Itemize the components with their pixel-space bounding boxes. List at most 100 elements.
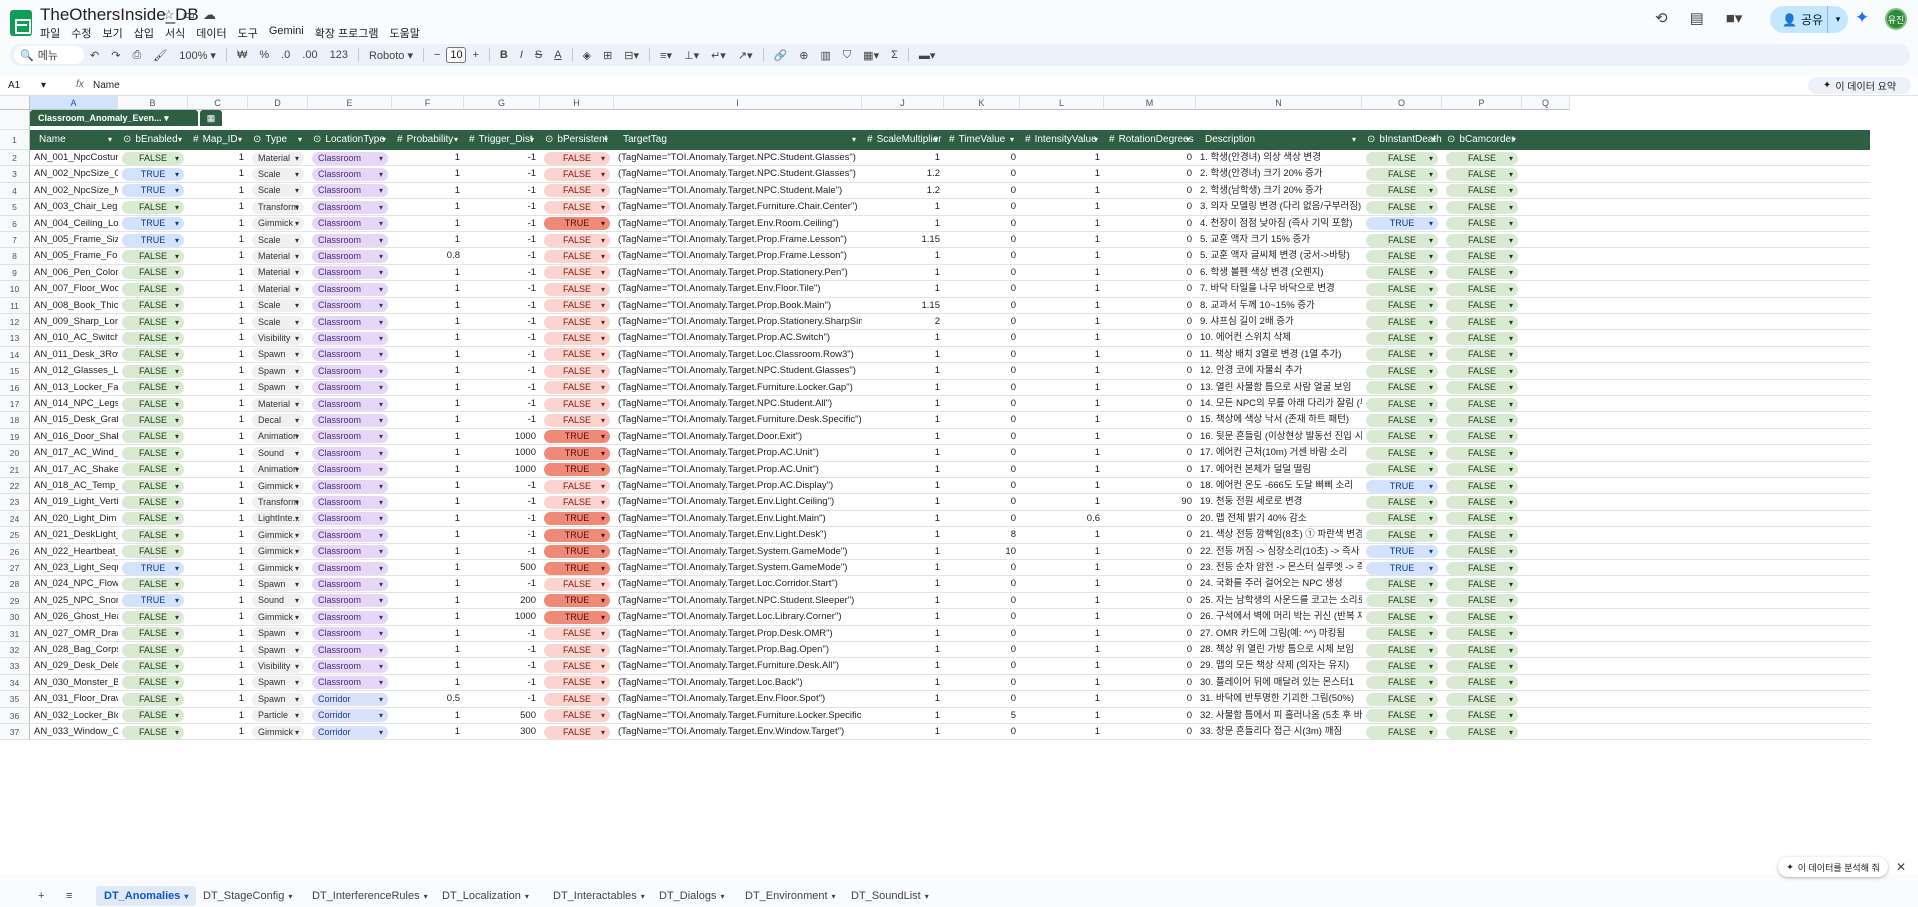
cell-targettag[interactable]: (TagName="TOI.Anomaly.Target.Prop.Book.M…	[614, 298, 862, 314]
cell-rotationdegrees[interactable]: 0	[1104, 429, 1196, 445]
dropdown-chip[interactable]: FALSE	[1446, 545, 1518, 559]
cell-name[interactable]: AN_005_Frame_Size	[30, 232, 118, 248]
cell-description[interactable]: 18. 에어컨 온도 -666도 도달 삐삐 소리	[1196, 478, 1362, 494]
cell-name[interactable]: AN_001_NpcCostume	[30, 150, 118, 166]
cell-scalemultiplier[interactable]: 1.15	[862, 298, 944, 314]
cell-timevalue[interactable]: 0	[944, 511, 1020, 527]
input-tools-icon[interactable]: ▬▾	[913, 49, 942, 62]
cell-name[interactable]: AN_023_Light_Sequence	[30, 560, 118, 576]
dropdown-chip[interactable]: FALSE	[1446, 528, 1518, 542]
cell-scalemultiplier[interactable]: 1.2	[862, 183, 944, 199]
dropdown-chip[interactable]: FALSE	[1446, 266, 1518, 280]
cell-timevalue[interactable]: 0	[944, 626, 1020, 642]
dropdown-chip[interactable]: FALSE	[1366, 610, 1438, 624]
column-header-g[interactable]: G	[464, 96, 540, 110]
cell-intensityvalue[interactable]: 1	[1020, 658, 1104, 674]
menu-item-5[interactable]: 데이터	[196, 24, 226, 42]
dropdown-chip[interactable]: Spawn	[252, 676, 304, 690]
cell-benabled[interactable]: FALSE	[118, 544, 188, 560]
dropdown-chip[interactable]: Classroom	[312, 282, 388, 296]
column-header-bcamcorder[interactable]: ⊙ bCamcorder ▾	[1442, 130, 1522, 150]
cell-bcamcorder[interactable]: FALSE	[1442, 708, 1522, 724]
cell-scalemultiplier[interactable]: 1	[862, 675, 944, 691]
column-header-o[interactable]: O	[1362, 96, 1442, 110]
row-number[interactable]: 35	[0, 691, 30, 708]
cell-locationtype[interactable]: Classroom	[308, 658, 392, 674]
cell-name[interactable]: AN_006_Pen_Color	[30, 265, 118, 281]
cell-bcamcorder[interactable]: FALSE	[1442, 232, 1522, 248]
cell-scalemultiplier[interactable]: 1.2	[862, 166, 944, 182]
cell-bpersistent[interactable]: FALSE	[540, 708, 614, 724]
cell-description[interactable]: 3. 의자 모델링 변경 (다리 없음/구부러짐)	[1196, 199, 1362, 215]
cell-trigger_dist[interactable]: -1	[464, 478, 540, 494]
dropdown-chip[interactable]: TRUE	[122, 561, 184, 575]
cell-probability[interactable]: 1	[392, 199, 464, 215]
cell-intensityvalue[interactable]: 1	[1020, 396, 1104, 412]
cell-description[interactable]: 21. 색상 전등 깜빡임(8초) ① 파란색 변경	[1196, 527, 1362, 543]
dropdown-chip[interactable]: FALSE	[1446, 659, 1518, 673]
cell-trigger_dist[interactable]: 300	[464, 724, 540, 740]
cell-scalemultiplier[interactable]: 1	[862, 248, 944, 264]
cell-targettag[interactable]: (TagName="TOI.Anomaly.Target.Env.Floor.T…	[614, 281, 862, 297]
cell-targettag[interactable]: (TagName="TOI.Anomaly.Target.Prop.AC.Uni…	[614, 445, 862, 461]
cell-description[interactable]: 2. 학생(안경녀) 크기 20% 증가	[1196, 166, 1362, 182]
cell-scalemultiplier[interactable]: 1	[862, 642, 944, 658]
cell-probability[interactable]: 1	[392, 232, 464, 248]
cell-timevalue[interactable]: 0	[944, 462, 1020, 478]
insert-chart-icon[interactable]: ▥	[815, 49, 837, 62]
cell-locationtype[interactable]: Classroom	[308, 429, 392, 445]
dropdown-chip[interactable]: Classroom	[312, 331, 388, 345]
cell-locationtype[interactable]: Classroom	[308, 478, 392, 494]
dropdown-chip[interactable]: FALSE	[1366, 315, 1438, 329]
dropdown-chip[interactable]: FALSE	[1446, 725, 1518, 739]
cell-type[interactable]: LightInte...	[248, 511, 308, 527]
cell-intensityvalue[interactable]: 0.6	[1020, 511, 1104, 527]
dropdown-chip[interactable]: FALSE	[1446, 512, 1518, 526]
dropdown-chip[interactable]: FALSE	[122, 495, 184, 509]
column-header-p[interactable]: P	[1442, 96, 1522, 110]
dropdown-chip[interactable]: Classroom	[312, 217, 388, 231]
cell-probability[interactable]: 1	[392, 576, 464, 592]
dropdown-chip[interactable]: Classroom	[312, 184, 388, 198]
cell-rotationdegrees[interactable]: 0	[1104, 380, 1196, 396]
dropdown-chip[interactable]: Animation	[252, 430, 304, 444]
cell-bpersistent[interactable]: FALSE	[540, 675, 614, 691]
cell-bpersistent[interactable]: FALSE	[540, 298, 614, 314]
cell-binstantdeath[interactable]: FALSE	[1362, 248, 1442, 264]
row-number[interactable]: 30	[0, 609, 30, 626]
cell-benabled[interactable]: FALSE	[118, 396, 188, 412]
font-size-increase[interactable]: +	[466, 49, 484, 61]
dropdown-chip[interactable]: Classroom	[312, 413, 388, 427]
cell-description[interactable]: 1. 학생(안경녀) 의상 색상 변경	[1196, 150, 1362, 166]
cell-bcamcorder[interactable]: FALSE	[1442, 412, 1522, 428]
cell-rotationdegrees[interactable]: 0	[1104, 166, 1196, 182]
cell-timevalue[interactable]: 0	[944, 183, 1020, 199]
dropdown-chip[interactable]: Material	[252, 397, 304, 411]
cell-probability[interactable]: 1	[392, 216, 464, 232]
cell-type[interactable]: Visibility	[248, 330, 308, 346]
cell-bcamcorder[interactable]: FALSE	[1442, 576, 1522, 592]
cell-type[interactable]: Visibility	[248, 658, 308, 674]
cell-bpersistent[interactable]: FALSE	[540, 724, 614, 740]
cell-bcamcorder[interactable]: FALSE	[1442, 199, 1522, 215]
dropdown-chip[interactable]: Particle	[252, 709, 304, 723]
cell-bcamcorder[interactable]: FALSE	[1442, 363, 1522, 379]
dropdown-chip[interactable]: FALSE	[122, 249, 184, 263]
dropdown-chip[interactable]: FALSE	[544, 184, 610, 198]
dropdown-chip[interactable]: FALSE	[1366, 233, 1438, 247]
dropdown-chip[interactable]: Corridor	[312, 709, 388, 723]
dropdown-chip[interactable]: FALSE	[122, 266, 184, 280]
cell-probability[interactable]: 1	[392, 183, 464, 199]
dropdown-chip[interactable]: FALSE	[544, 151, 610, 165]
row-number[interactable]: 20	[0, 445, 30, 462]
cell-type[interactable]: Spawn	[248, 626, 308, 642]
dropdown-chip[interactable]: Scale	[252, 167, 304, 181]
cell-name[interactable]: AN_017_AC_Shake	[30, 462, 118, 478]
dropdown-chip[interactable]: FALSE	[1446, 577, 1518, 591]
sheet-tab-dt_anomalies[interactable]: DT_Anomalies ▾	[96, 886, 197, 906]
cell-targettag[interactable]: (TagName="TOI.Anomaly.Target.Loc.Corrido…	[614, 576, 862, 592]
dropdown-chip[interactable]: Spawn	[252, 348, 304, 362]
cell-bcamcorder[interactable]: FALSE	[1442, 593, 1522, 609]
cell-intensityvalue[interactable]: 1	[1020, 691, 1104, 707]
cell-trigger_dist[interactable]: -1	[464, 494, 540, 510]
